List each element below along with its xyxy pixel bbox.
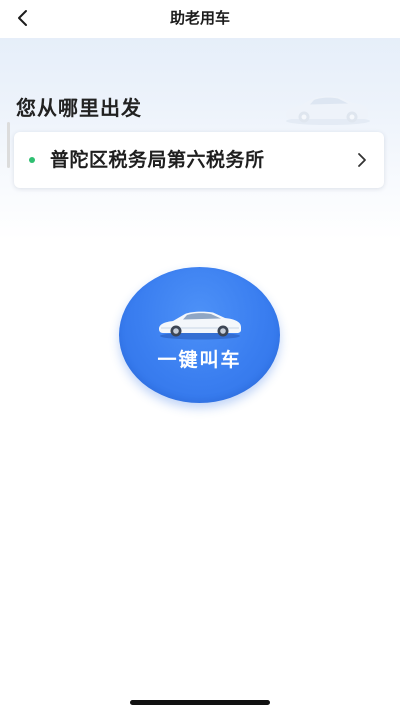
origin-location: 普陀区税务局第六税务所 (50, 149, 265, 171)
origin-selector[interactable]: 普陀区税务局第六税务所 (14, 132, 384, 188)
page: 助老用车 您从哪里出发 普陀区税务局第六税务所 一键叫车 (0, 0, 400, 711)
car-icon (159, 311, 241, 340)
origin-dot (29, 157, 35, 163)
origin-heading: 您从哪里出发 (16, 96, 142, 120)
call-button-label: 一键叫车 (157, 349, 242, 371)
page-title: 助老用车 (169, 9, 230, 27)
scroll-indicator (7, 122, 10, 168)
one-tap-call-button[interactable]: 一键叫车 (119, 267, 280, 403)
home-indicator[interactable] (130, 700, 270, 705)
chevron-right-icon (358, 153, 366, 167)
car-icon (286, 95, 370, 125)
nav-bar: 助老用车 (0, 0, 400, 38)
